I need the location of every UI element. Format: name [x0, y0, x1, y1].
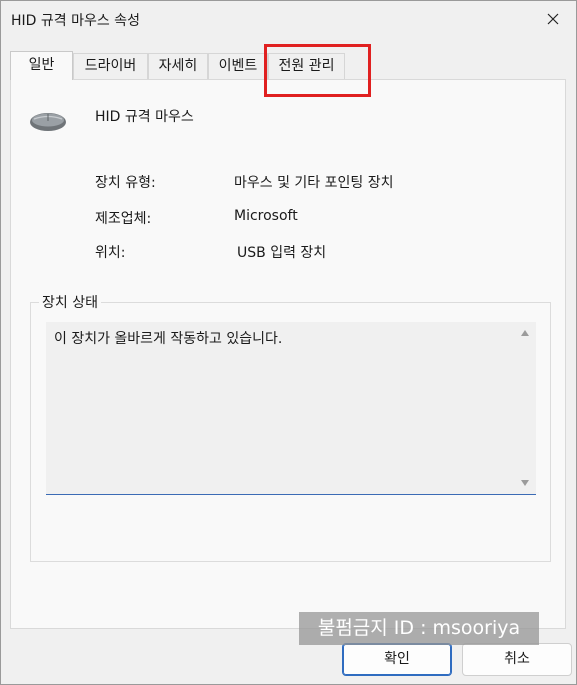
title-bar: HID 규격 마우스 속성 — [1, 1, 576, 37]
tab-label: 이벤트 — [218, 58, 258, 74]
mouse-icon — [30, 113, 66, 131]
tab-events[interactable]: 이벤트 — [208, 53, 268, 79]
device-status-group: 장치 상태 이 장치가 올바르게 작동하고 있습니다. — [30, 292, 551, 562]
tab-label: 드라이버 — [84, 58, 137, 74]
scroll-down-arrow-icon[interactable] — [521, 480, 529, 486]
close-icon — [547, 13, 559, 25]
tab-general[interactable]: 일반 — [10, 51, 73, 80]
tab-label: 자세히 — [158, 58, 198, 74]
device-name: HID 규격 마우스 — [95, 109, 194, 125]
properties-dialog: HID 규격 마우스 속성 일반 드라이버 자세히 이벤트 전원 관리 HID … — [0, 0, 577, 685]
tab-driver[interactable]: 드라이버 — [73, 53, 148, 79]
manufacturer-label: 제조업체: — [95, 211, 152, 227]
window-title: HID 규격 마우스 속성 — [11, 13, 140, 29]
manufacturer-value: Microsoft — [234, 208, 298, 224]
tab-label: 일반 — [28, 57, 55, 73]
watermark: 불펌금지 ID : msooriya — [299, 612, 539, 645]
highlight-box — [264, 44, 371, 97]
location-label: 위치: — [95, 245, 126, 261]
close-button[interactable] — [530, 1, 576, 37]
device-status-text: 이 장치가 올바르게 작동하고 있습니다. — [54, 331, 283, 347]
general-tab-panel: HID 규격 마우스 장치 유형: 마우스 및 기타 포인팅 장치 제조업체: … — [10, 79, 566, 629]
device-status-title: 장치 상태 — [39, 292, 101, 312]
scroll-up-arrow-icon[interactable] — [521, 330, 529, 336]
device-type-label: 장치 유형: — [95, 175, 156, 191]
location-value: USB 입력 장치 — [237, 245, 327, 261]
device-type-value: 마우스 및 기타 포인팅 장치 — [234, 175, 394, 191]
tab-details[interactable]: 자세히 — [148, 53, 208, 79]
ok-button[interactable]: 확인 — [342, 643, 452, 676]
cancel-button[interactable]: 취소 — [462, 643, 572, 676]
device-status-textbox[interactable]: 이 장치가 올바르게 작동하고 있습니다. — [46, 322, 536, 495]
